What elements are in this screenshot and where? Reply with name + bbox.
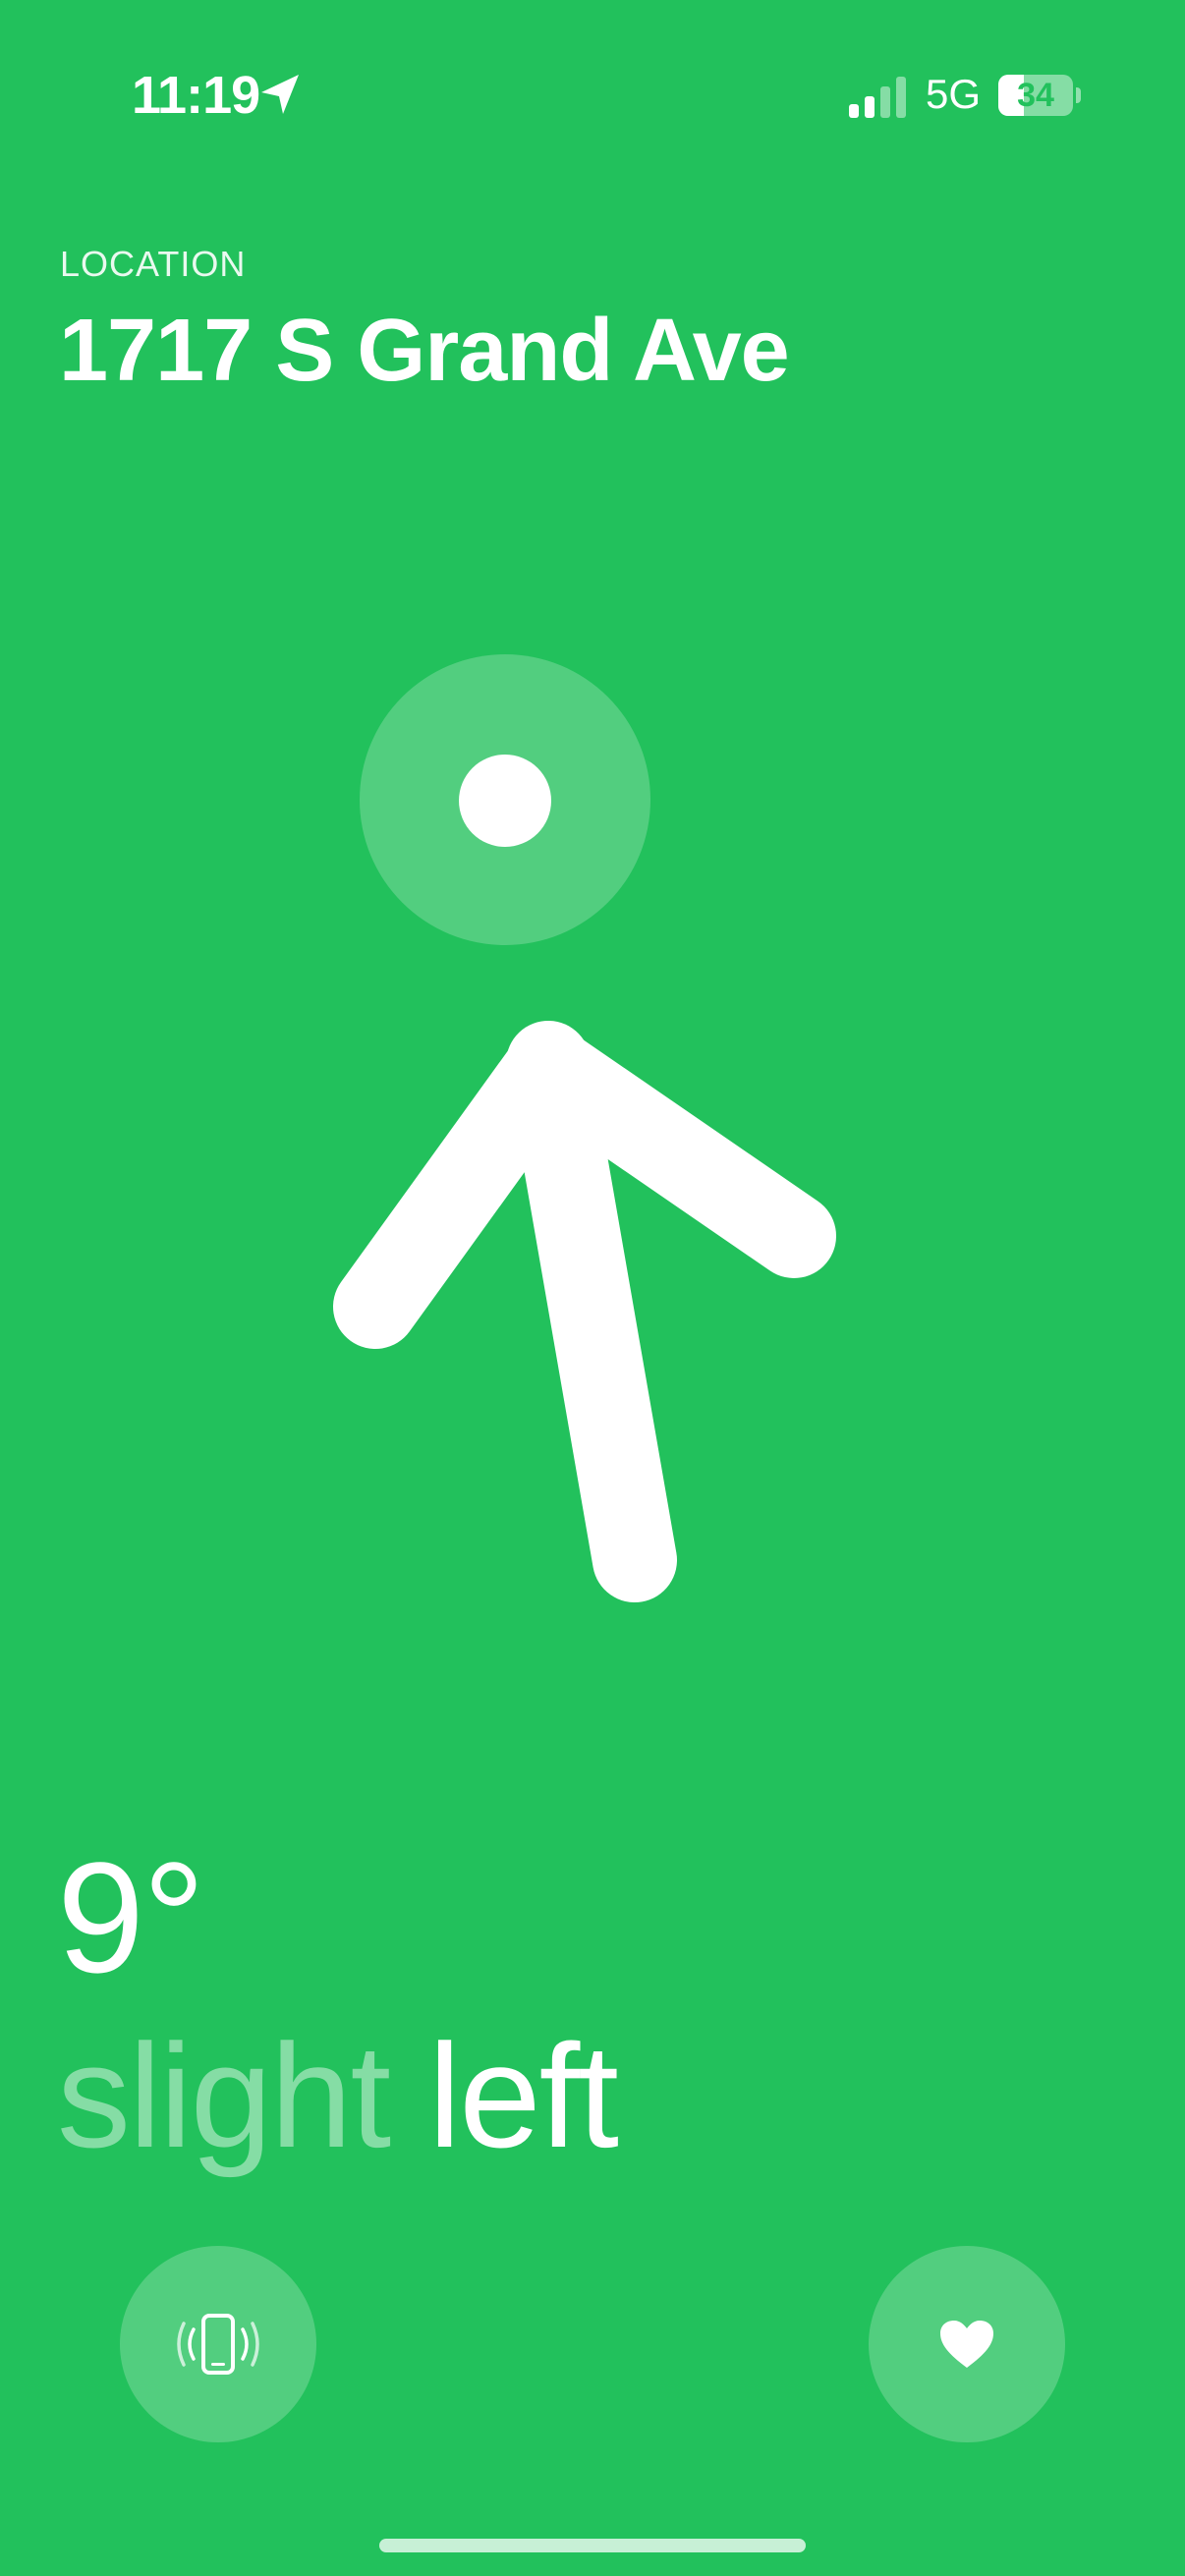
battery-percent: 34: [1017, 77, 1054, 114]
network-type: 5G: [926, 71, 982, 117]
direction-emphasis: left: [427, 2013, 619, 2178]
cellular-signal-icon: [849, 77, 906, 118]
favorite-button[interactable]: [869, 2246, 1065, 2442]
status-bar: 11:19 5G 34: [0, 0, 1185, 196]
direction-muted: slight: [57, 2013, 391, 2178]
location-label: LOCATION: [60, 244, 247, 284]
haptic-feedback-button[interactable]: [120, 2246, 316, 2442]
phone-vibrate-icon: [177, 2314, 259, 2375]
heart-icon: [940, 2321, 993, 2368]
target-dot: [459, 755, 551, 847]
battery-indicator: 34: [998, 75, 1081, 116]
home-indicator[interactable]: [379, 2539, 806, 2552]
direction-text: slight left: [57, 2022, 619, 2169]
location-title: 1717 S Grand Ave: [59, 302, 790, 400]
location-arrow-icon: [261, 75, 299, 114]
status-time: 11:19: [132, 66, 260, 125]
heading-degrees: 9°: [57, 1829, 205, 2005]
